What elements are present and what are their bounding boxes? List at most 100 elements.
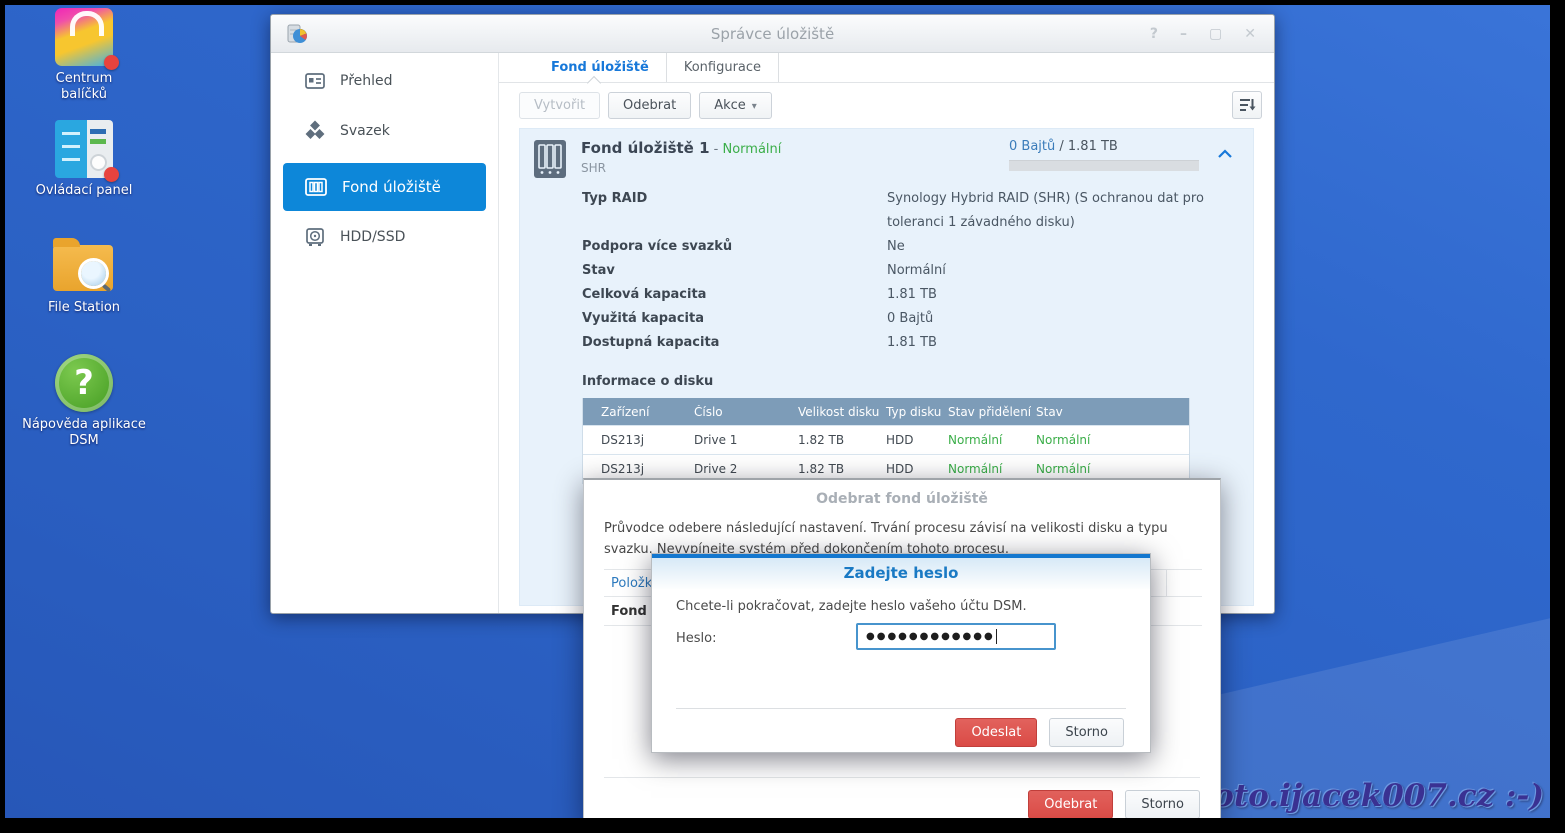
desktop-icon-dsm-help[interactable]: ? Nápověda aplikace DSM [9, 352, 159, 449]
submit-button[interactable]: Odeslat [955, 718, 1037, 747]
chevron-down-icon: ▾ [752, 101, 757, 112]
dialog-footer: Odebrat Storno [604, 777, 1200, 819]
col-header: Typ disku [881, 405, 943, 419]
detail-row: Využitá kapacita 0 Bajtů [582, 307, 1253, 331]
detail-row: Celková kapacita 1.81 TB [582, 283, 1253, 307]
storage-manager-app-icon [285, 22, 309, 46]
col-header: Stav [1031, 405, 1189, 419]
pool-header: Fond úložiště 1 - Normální SHR 0 Bajtů /… [520, 129, 1253, 179]
sidebar: Přehled Svazek [271, 53, 499, 613]
sidebar-item-label: Svazek [340, 123, 390, 139]
cell-type: HDD [881, 462, 943, 476]
window-title: Správce úložiště [711, 25, 834, 43]
pool-status: Normální [722, 142, 781, 157]
dialog-title: Odebrat fond úložiště [584, 491, 1220, 507]
sidebar-item-label: Fond úložiště [342, 178, 441, 196]
help-button[interactable]: ? [1150, 27, 1158, 41]
sidebar-item-hdd-ssd[interactable]: HDD/SSD [283, 219, 486, 255]
maximize-button[interactable]: ▢ [1209, 27, 1222, 41]
notification-dot [104, 55, 119, 70]
sidebar-item-overview[interactable]: Přehled [283, 63, 486, 99]
cell-status: Normální [1031, 433, 1189, 447]
cancel-button[interactable]: Storno [1049, 718, 1124, 747]
photo-watermark: foto.ijacek007.cz :-) [1200, 778, 1544, 814]
detail-row: Podpora více svazků Ne [582, 235, 1253, 259]
detail-row: Typ RAID Synology Hybrid RAID (SHR) (S o… [582, 187, 1253, 235]
desktop-icon-label: Ovládací panel [36, 183, 133, 199]
remove-button[interactable]: Odebrat [608, 92, 691, 119]
detail-value: 1.81 TB [887, 331, 1205, 355]
cell-allocation-status: Normální [943, 433, 1031, 447]
action-dropdown-button[interactable]: Akce ▾ [699, 92, 772, 119]
sidebar-item-label: Přehled [340, 73, 393, 89]
detail-value: 1.81 TB [887, 283, 1205, 307]
collapse-panel-button[interactable] [1217, 149, 1233, 179]
detail-value: Synology Hybrid RAID (SHR) (S ochranou d… [887, 187, 1205, 235]
cancel-remove-button[interactable]: Storno [1125, 790, 1200, 819]
help-icon: ? [53, 352, 115, 414]
detail-label: Typ RAID [582, 187, 887, 235]
table-row: DS213j Drive 1 1.82 TB HDD Normální Norm… [583, 425, 1189, 454]
storage-pool-icon [304, 175, 328, 199]
detail-row: Dostupná kapacita 1.81 TB [582, 331, 1253, 355]
col-header: Číslo [689, 405, 793, 419]
tab-storage-pool[interactable]: Fond úložiště [534, 53, 667, 82]
col-header: Velikost disku [793, 405, 881, 419]
confirm-remove-button[interactable]: Odebrat [1028, 790, 1113, 819]
close-button[interactable]: ✕ [1244, 27, 1256, 41]
cell-status: Normální [1031, 462, 1189, 476]
minimize-button[interactable]: – [1180, 27, 1187, 41]
masked-password-value: ●●●●●●●●●●●● [866, 631, 995, 642]
window-titlebar[interactable]: Správce úložiště ? – ▢ ✕ [271, 15, 1274, 53]
sidebar-item-storage-pool[interactable]: Fond úložiště [283, 163, 486, 211]
nas-enclosure-icon [533, 139, 567, 179]
detail-label: Využitá kapacita [582, 307, 887, 331]
tab-configuration[interactable]: Konfigurace [667, 53, 779, 82]
cell-device: DS213j [583, 433, 689, 447]
disk-table-header: Zařízení Číslo Velikost disku Typ disku … [583, 398, 1189, 425]
cell-type: HDD [881, 433, 943, 447]
col-header: Zařízení [583, 405, 689, 419]
password-input[interactable]: ●●●●●●●●●●●● [856, 623, 1056, 650]
cell-allocation-status: Normální [943, 462, 1031, 476]
sort-list-button[interactable] [1232, 91, 1262, 119]
create-button[interactable]: Vytvořit [519, 92, 600, 119]
dialog-title: Zadejte heslo [652, 558, 1150, 588]
detail-row: Stav Normální [582, 259, 1253, 283]
desktop-icon-control-panel[interactable]: Ovládací panel [9, 118, 159, 199]
pool-title-separator: - [710, 142, 723, 157]
file-station-icon [53, 235, 115, 297]
detail-value-status: Normální [887, 259, 1205, 283]
detail-label: Celková kapacita [582, 283, 887, 307]
total-capacity: / 1.81 TB [1055, 139, 1118, 154]
cell-device: DS213j [583, 462, 689, 476]
disk-table: Zařízení Číslo Velikost disku Typ disku … [582, 398, 1190, 484]
cubes-icon [304, 120, 326, 142]
disk-info-heading: Informace o disku [582, 374, 1253, 389]
desktop-icon-package-center[interactable]: Centrum balíčků [9, 6, 159, 103]
text-caret [996, 629, 997, 644]
col-header: Stav přidělení [943, 405, 1031, 419]
detail-value: Ne [887, 235, 1205, 259]
pool-title: Fond úložiště 1 [581, 139, 710, 157]
col-header-extra [1166, 570, 1202, 596]
hdd-icon [304, 226, 326, 248]
package-center-icon [53, 6, 115, 68]
detail-label: Stav [582, 259, 887, 283]
usage-progress-bar [1009, 160, 1199, 171]
detail-value: 0 Bajtů [887, 307, 1205, 331]
sidebar-item-volume[interactable]: Svazek [283, 113, 486, 149]
chevron-up-icon [1217, 149, 1233, 159]
password-dialog-header: Zadejte heslo [652, 558, 1150, 589]
toolbar: Vytvořit Odebrat Akce ▾ [499, 83, 1274, 128]
desktop-icon-label: Centrum balíčků [43, 71, 125, 103]
detail-label: Podpora více svazků [582, 235, 887, 259]
tab-bar: Fond úložiště Konfigurace [499, 53, 1274, 83]
desktop: Centrum balíčků Ovládací panel File Stat… [0, 0, 1555, 823]
password-dialog: Zadejte heslo Chcete-li pokračovat, zade… [651, 553, 1151, 753]
desktop-icon-file-station[interactable]: File Station [9, 235, 159, 316]
overview-icon [304, 70, 326, 92]
notification-dot [104, 167, 119, 182]
cell-size: 1.82 TB [793, 462, 881, 476]
action-label: Akce [714, 98, 746, 113]
